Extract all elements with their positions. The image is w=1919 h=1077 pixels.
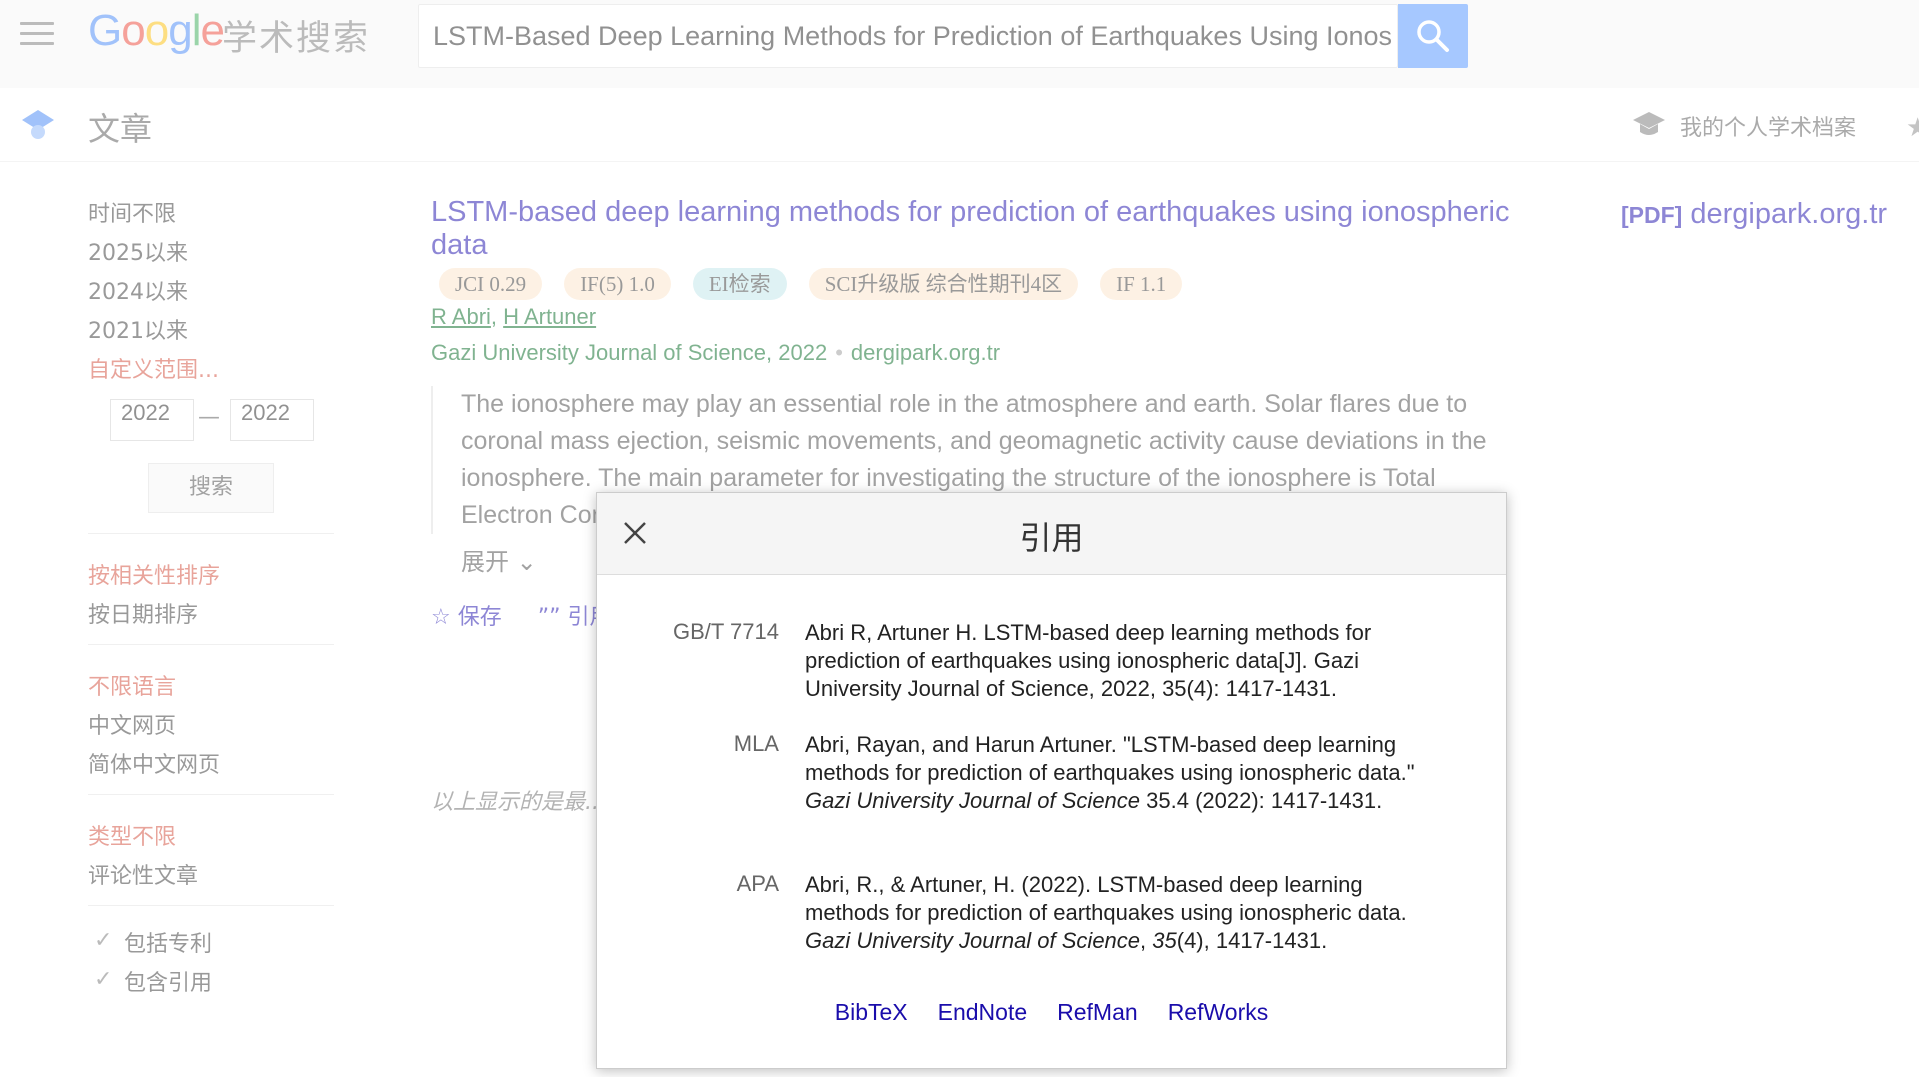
citation-part: Abri, Rayan, and Harun Artuner. "LSTM-ba… bbox=[805, 732, 1415, 785]
citation-part: Abri, R., & Artuner, H. (2022). LSTM-bas… bbox=[805, 872, 1407, 925]
export-bibtex-link[interactable]: BibTeX bbox=[835, 999, 908, 1025]
citation-style-label: APA bbox=[736, 871, 779, 896]
citation-text[interactable]: Abri, R., & Artuner, H. (2022). LSTM-bas… bbox=[805, 871, 1445, 955]
citation-volume: 35 bbox=[1152, 928, 1177, 953]
dialog-title: 引用 bbox=[1019, 519, 1084, 557]
export-links: BibTeX EndNote RefMan RefWorks bbox=[597, 999, 1506, 1026]
export-refman-link[interactable]: RefMan bbox=[1057, 999, 1138, 1025]
citation-journal: Gazi University Journal of Science bbox=[805, 788, 1141, 813]
citation-part: 35.4 (2022): 1417-1431. bbox=[1140, 788, 1383, 813]
citation-style-label: GB/T 7714 bbox=[673, 619, 779, 644]
dialog-header: 引用 bbox=[597, 493, 1506, 575]
citation-text[interactable]: Abri R, Artuner H. LSTM-based deep learn… bbox=[805, 619, 1445, 703]
cite-dialog: 引用 GB/T 7714 Abri R, Artuner H. LSTM-bas… bbox=[596, 492, 1507, 1069]
citation-part: (4), 1417-1431. bbox=[1176, 928, 1328, 953]
citation-part: , bbox=[1140, 928, 1153, 953]
citation-style-label: MLA bbox=[733, 731, 779, 756]
export-refworks-link[interactable]: RefWorks bbox=[1168, 999, 1269, 1025]
citation-text[interactable]: Abri, Rayan, and Harun Artuner. "LSTM-ba… bbox=[805, 731, 1445, 815]
export-endnote-link[interactable]: EndNote bbox=[938, 999, 1028, 1025]
citation-journal: Gazi University Journal of Science bbox=[805, 928, 1141, 953]
